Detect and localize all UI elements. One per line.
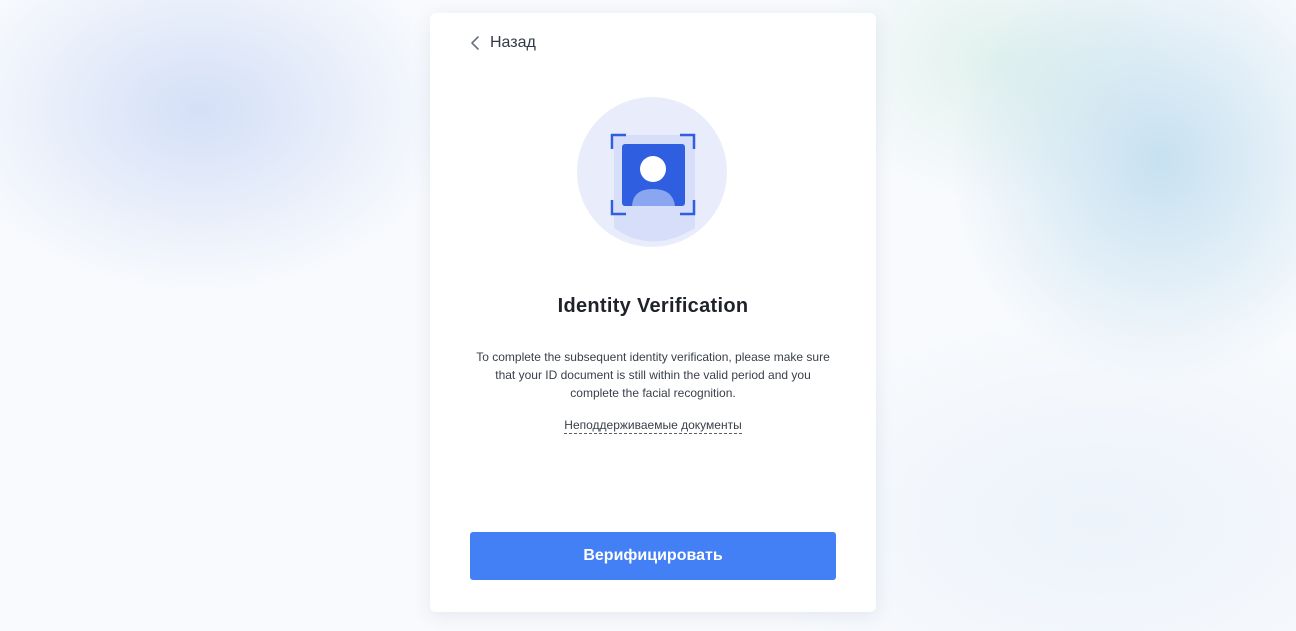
- id-face-scan-icon: [577, 97, 727, 247]
- verification-card: Назад Identity Verification To complete …: [430, 13, 876, 612]
- unsupported-docs-link[interactable]: Неподдерживаемые документы: [564, 418, 742, 434]
- back-label: Назад: [490, 34, 536, 51]
- back-button[interactable]: Назад: [470, 34, 536, 52]
- chevron-left-icon: [471, 36, 479, 50]
- unsupported-docs-link-wrapper: Неподдерживаемые документы: [430, 416, 876, 434]
- verification-description: To complete the subsequent identity veri…: [476, 350, 830, 400]
- verify-button[interactable]: Верифицировать: [470, 532, 836, 580]
- page-title: Identity Verification: [557, 295, 749, 317]
